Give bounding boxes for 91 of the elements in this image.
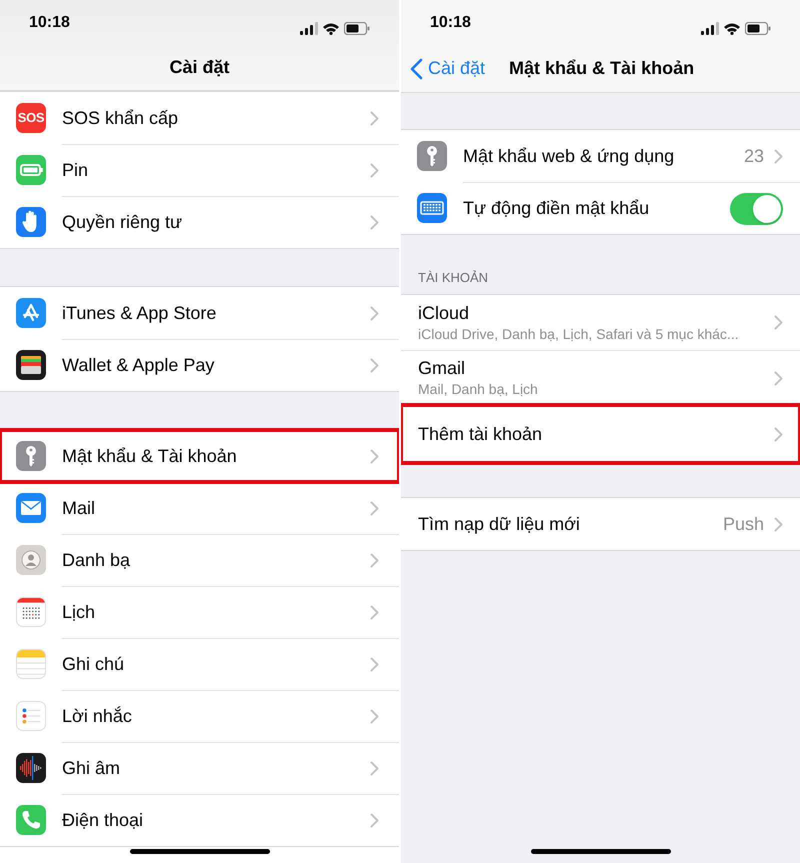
account-services: Mail, Danh bạ, Lịch [418, 380, 539, 399]
settings-row[interactable]: Tự động điền mật khẩu [401, 182, 800, 234]
settings-row[interactable]: Điện thoại [0, 794, 399, 846]
settings-row[interactable]: Lịch [0, 586, 399, 638]
chevron-icon [370, 813, 379, 828]
chevron-icon [370, 657, 379, 672]
chevron-icon [370, 358, 379, 373]
row-label: Mail [62, 497, 96, 520]
row-label: Mật khẩu web & ứng dụng [463, 144, 676, 168]
envelope-icon [16, 493, 46, 523]
calendar-icon [16, 597, 46, 627]
row-label: Tự động điền mật khẩu [463, 197, 650, 220]
settings-row[interactable]: Mật khẩu web & ứng dụng 23 [401, 130, 800, 182]
settings-row[interactable]: Lời nhắc [0, 690, 399, 742]
row-label: Pin [62, 159, 90, 182]
waveform-icon [16, 753, 46, 783]
list-icon [16, 701, 46, 731]
settings-row[interactable]: iTunes & App Store [0, 287, 399, 339]
chevron-icon [370, 761, 379, 776]
chevron-icon [370, 553, 379, 568]
chevron-icon [370, 709, 379, 724]
nav-title: Mật khẩu & Tài khoản [509, 57, 694, 80]
notes-icon [16, 649, 46, 679]
back-button[interactable]: Cài đặt [410, 55, 486, 82]
settings-row[interactable]: Danh bạ [0, 534, 399, 586]
chevron-icon [370, 306, 379, 320]
back-chevron-icon [410, 58, 423, 80]
settings-row[interactable]: Wallet & Apple Pay [0, 339, 399, 391]
settings-row[interactable]: Pin [0, 144, 399, 196]
row-label: SOS khẩn cấp [62, 106, 180, 130]
status-time: 10:18 [29, 13, 70, 33]
home-indicator[interactable] [130, 849, 270, 854]
battery-icon [344, 22, 370, 35]
home-indicator[interactable] [531, 849, 671, 854]
contact-icon [16, 545, 46, 575]
row-label: Ghi chú [62, 653, 126, 676]
signal-icon [701, 22, 719, 35]
nav-title: Cài đặt [169, 56, 230, 79]
row-label: Wallet & Apple Pay [62, 354, 216, 377]
row-label: Lịch [62, 601, 96, 624]
row-value: Push [722, 512, 764, 536]
row-label: Quyền riêng tư [62, 211, 184, 234]
settings-row[interactable]: Thêm tài khoản [401, 405, 800, 463]
chevron-icon [774, 427, 783, 442]
settings-row[interactable]: Tìm nạp dữ liệu mới Push [401, 498, 800, 550]
wallet-icon [16, 350, 46, 380]
chevron-icon [774, 148, 783, 164]
chevron-icon [370, 163, 379, 178]
chevron-icon [774, 315, 783, 330]
chevron-icon [370, 215, 379, 230]
chevron-icon [370, 501, 379, 516]
settings-row[interactable]: Ghi chú [0, 638, 399, 690]
settings-row[interactable]: Mật khẩu & Tài khoản [0, 430, 399, 482]
row-label: Mật khẩu & Tài khoản [62, 444, 238, 468]
key-icon [16, 441, 46, 471]
hand-icon [16, 207, 46, 237]
row-label: Ghi âm [62, 757, 122, 780]
account-name: iCloud [418, 302, 470, 324]
row-label: Danh bạ [62, 549, 132, 572]
settings-row[interactable]: Ghi âm [0, 742, 399, 794]
row-label: iTunes & App Store [62, 302, 218, 325]
row-value: 23 [744, 144, 764, 168]
settings-row[interactable]: SOS SOS khẩn cấp [0, 92, 399, 144]
battery-icon [16, 155, 46, 185]
app-store-icon [16, 298, 46, 328]
status-time: 10:18 [430, 13, 471, 33]
chevron-icon [370, 605, 379, 620]
key-icon [417, 141, 447, 171]
phone-icon [16, 805, 46, 835]
toggle-switch[interactable] [730, 192, 783, 224]
account-name: Gmail [418, 357, 466, 379]
chevron-icon [774, 516, 783, 532]
row-label: Điện thoại [62, 809, 144, 832]
signal-icon [300, 22, 318, 35]
wifi-icon [323, 22, 339, 35]
chevron-icon [370, 448, 379, 464]
wifi-icon [724, 22, 740, 35]
row-label: Tìm nạp dữ liệu mới [418, 512, 581, 536]
keyboard-icon [417, 193, 447, 223]
chevron-icon [774, 370, 783, 386]
settings-row[interactable]: Quyền riêng tư [0, 196, 399, 248]
row-label: Thêm tài khoản [418, 423, 544, 446]
settings-row[interactable]: Mail [0, 482, 399, 534]
section-header: TÀI KHOẢN [418, 268, 488, 286]
sos-icon: SOS [16, 103, 46, 133]
chevron-icon [370, 110, 379, 126]
row-label: Lời nhắc [62, 705, 133, 728]
battery-icon [745, 22, 771, 35]
settings-row[interactable]: iCloud iCloud Drive, Danh bạ, Lịch, Safari và 5 mục khác... [401, 295, 800, 350]
account-services: iCloud Drive, Danh bạ, Lịch, Safari và 5 mục khác... [418, 324, 740, 344]
settings-row[interactable]: Gmail Mail, Danh bạ, Lịch [401, 350, 800, 405]
